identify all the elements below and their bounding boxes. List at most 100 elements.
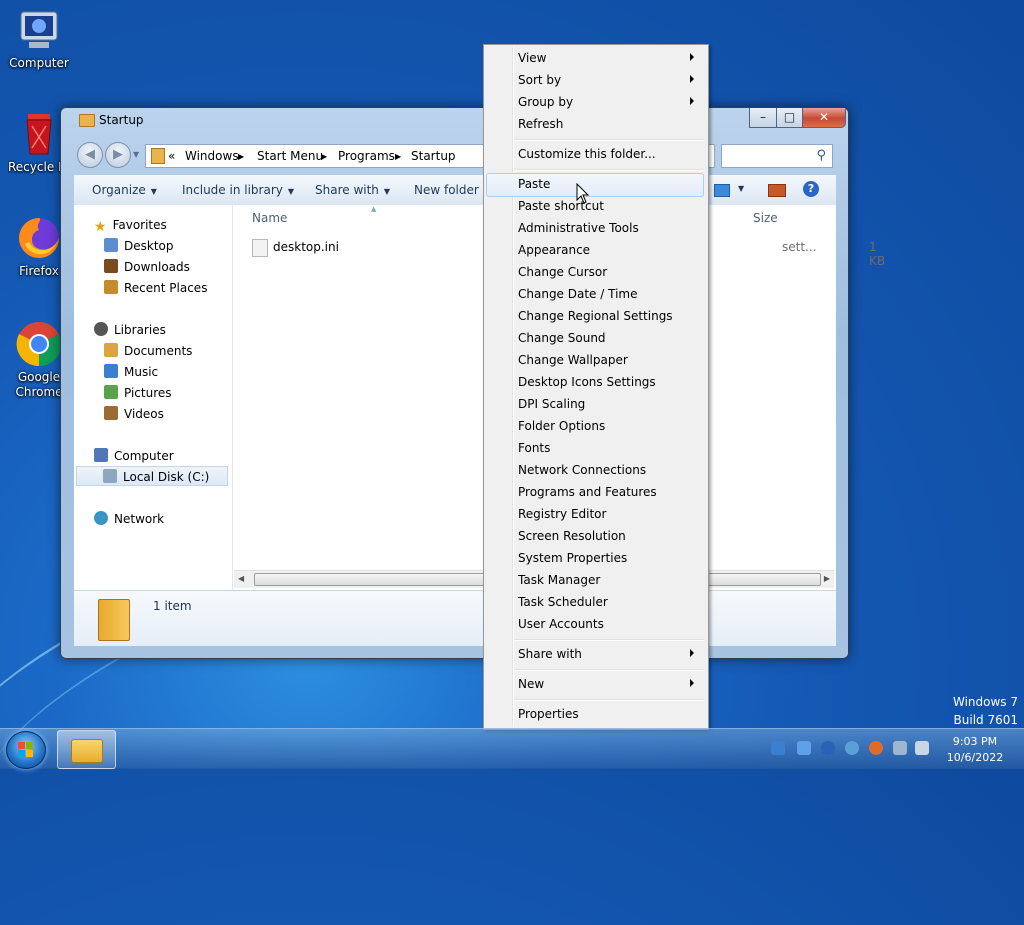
menu-item-system-properties[interactable]: System Properties [486,547,704,569]
menu-item-view[interactable]: View [486,47,704,69]
submenu-arrow-icon [690,53,694,61]
nav-music[interactable]: Music [104,362,158,382]
menu-item-appearance[interactable]: Appearance [486,239,704,261]
nav-pictures[interactable]: Pictures [104,383,172,403]
menu-item-share-with[interactable]: Share with [486,643,704,665]
desktop-icon-computer[interactable]: Computer [0,6,78,71]
breadcrumb-separator-icon[interactable]: ▶ [395,152,401,161]
tray-app-icon[interactable] [845,741,859,755]
show-desktop-tray-icon[interactable] [771,741,785,755]
submenu-arrow-icon [690,649,694,657]
start-button[interactable] [6,731,46,769]
nav-label: Libraries [114,323,166,337]
search-input[interactable]: ⚲ [721,144,833,168]
firefox-icon [15,214,63,262]
menu-label: Task Manager [518,573,601,587]
breadcrumb-overflow[interactable]: « [168,149,175,163]
menu-label: Programs and Features [518,485,657,499]
preview-pane-icon[interactable] [768,184,786,197]
menu-item-properties[interactable]: Properties [486,703,704,725]
menu-item-change-sound[interactable]: Change Sound [486,327,704,349]
menu-item-customize[interactable]: Customize this folder... [486,143,704,165]
nav-recent-places[interactable]: Recent Places [104,278,207,298]
downloads-icon [104,259,118,273]
include-in-library-button[interactable]: Include in library ▼ [182,183,294,197]
taskbar-explorer-button[interactable] [57,730,116,769]
menu-item-change-regional-settings[interactable]: Change Regional Settings [486,305,704,327]
nav-label: Downloads [124,260,190,274]
menu-label: Properties [518,707,579,721]
share-with-button[interactable]: Share with ▼ [315,183,390,197]
menu-item-paste-shortcut[interactable]: Paste shortcut [486,195,704,217]
menu-item-user-accounts[interactable]: User Accounts [486,613,704,635]
history-dropdown-icon[interactable]: ▼ [133,150,139,159]
menu-item-registry-editor[interactable]: Registry Editor [486,503,704,525]
chrome-icon [15,320,63,368]
scroll-right-icon[interactable]: ▶ [824,574,830,583]
back-button[interactable]: ◀ [77,142,103,168]
breadcrumb-startup[interactable]: Startup [411,149,456,163]
menu-item-administrative-tools[interactable]: Administrative Tools [486,217,704,239]
nav-computer[interactable]: Computer [94,446,174,466]
nav-videos[interactable]: Videos [104,404,164,424]
menu-item-task-scheduler[interactable]: Task Scheduler [486,591,704,613]
close-button[interactable]: ✕ [802,108,846,128]
column-header-size[interactable]: Size [753,211,778,225]
menu-item-change-date-time[interactable]: Change Date / Time [486,283,704,305]
menu-item-change-wallpaper[interactable]: Change Wallpaper [486,349,704,371]
new-folder-button[interactable]: New folder [414,183,479,197]
search-tray-icon[interactable] [869,741,883,755]
taskbar: 9:03 PM 10/6/2022 [0,728,1024,769]
menu-item-group-by[interactable]: Group by [486,91,704,113]
menu-item-paste[interactable]: Paste [486,173,704,197]
network-tray-icon[interactable] [893,741,907,755]
maximize-button[interactable]: □ [776,108,803,128]
menu-item-folder-options[interactable]: Folder Options [486,415,704,437]
breadcrumb-windows[interactable]: Windows [185,149,239,163]
libraries-icon [94,322,108,336]
explorer-window: Startup – □ ✕ ◀ ▶ ▼ « Windows ▶ Start Me… [60,107,885,659]
nav-label: Local Disk (C:) [123,470,210,484]
tray-app-icon[interactable] [821,741,835,755]
menu-item-dpi-scaling[interactable]: DPI Scaling [486,393,704,415]
taskbar-clock[interactable]: 9:03 PM 10/6/2022 [936,734,1014,766]
videos-icon [104,406,118,420]
nav-favorites[interactable]: ★ Favorites [94,215,167,235]
nav-documents[interactable]: Documents [104,341,192,361]
tray-app-icon[interactable] [797,741,811,755]
menu-item-sort-by[interactable]: Sort by [486,69,704,91]
menu-item-new[interactable]: New [486,673,704,695]
nav-desktop[interactable]: Desktop [104,236,174,256]
menu-item-refresh[interactable]: Refresh [486,113,704,135]
item-count: 1 item [153,599,192,613]
menu-item-task-manager[interactable]: Task Manager [486,569,704,591]
nav-network[interactable]: Network [94,509,164,529]
chevron-down-icon[interactable]: ▼ [738,184,744,193]
column-header-name[interactable]: Name [252,211,287,225]
desktop-icon-label: Google Chrome [15,370,63,399]
breadcrumb-separator-icon[interactable]: ▶ [238,152,244,161]
nav-libraries[interactable]: Libraries [94,320,166,340]
view-options-icon[interactable] [714,184,730,197]
music-icon [104,364,118,378]
scroll-left-icon[interactable]: ◀ [238,574,244,583]
menu-item-network-connections[interactable]: Network Connections [486,459,704,481]
breadcrumb-start-menu[interactable]: Start Menu [257,149,323,163]
nav-local-disk[interactable]: Local Disk (C:) [76,466,228,486]
submenu-arrow-icon [690,97,694,105]
minimize-button[interactable]: – [749,108,777,128]
menu-item-programs-and-features[interactable]: Programs and Features [486,481,704,503]
organize-button[interactable]: Organize ▼ [92,183,157,197]
help-icon[interactable]: ? [803,181,819,197]
menu-item-desktop-icons-settings[interactable]: Desktop Icons Settings [486,371,704,393]
breadcrumb-programs[interactable]: Programs [338,149,395,163]
menu-item-screen-resolution[interactable]: Screen Resolution [486,525,704,547]
breadcrumb-separator-icon[interactable]: ▶ [321,152,327,161]
menu-item-change-cursor[interactable]: Change Cursor [486,261,704,283]
forward-button[interactable]: ▶ [105,142,131,168]
volume-tray-icon[interactable] [915,741,929,755]
menu-separator [514,139,704,141]
nav-downloads[interactable]: Downloads [104,257,190,277]
chevron-down-icon: ▼ [287,187,295,196]
menu-item-fonts[interactable]: Fonts [486,437,704,459]
